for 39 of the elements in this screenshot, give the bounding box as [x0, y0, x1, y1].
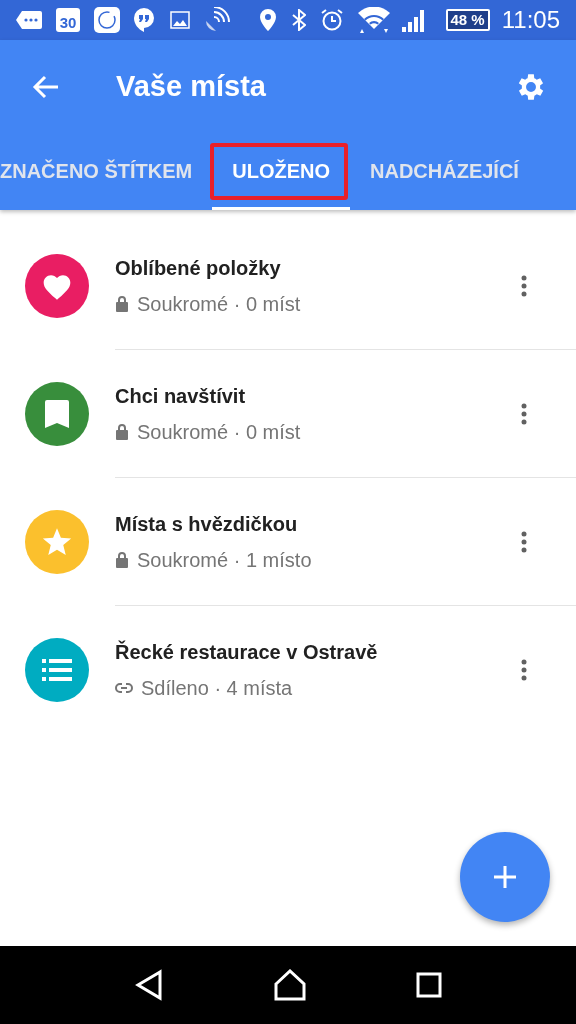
add-button[interactable] — [460, 832, 550, 922]
clock-time: 11:05 — [501, 8, 560, 32]
satellite-dish-icon — [204, 7, 230, 33]
battery-indicator: 48 % — [445, 9, 490, 31]
quote-bubble-icon — [134, 8, 154, 32]
list-subtitle: Soukromé · 1 místo — [137, 547, 312, 573]
list-icon — [42, 659, 72, 681]
list-subtitle: Soukromé · 0 míst — [137, 291, 301, 317]
recent-apps-button[interactable] — [415, 972, 442, 998]
home-nav-button[interactable] — [273, 969, 307, 1001]
circle-app-icon — [94, 7, 120, 33]
calendar-day: 30 — [56, 8, 80, 32]
list-subtitle: Soukromé · 0 míst — [137, 419, 301, 445]
list-title[interactable]: Místa s hvězdičkou — [115, 508, 512, 539]
location-pin-icon — [259, 9, 276, 31]
more-vertical-icon — [521, 530, 527, 553]
notification-tag-icon — [16, 11, 42, 29]
tab[interactable]: ULOŽENO — [212, 134, 350, 210]
back-nav-button[interactable] — [134, 969, 165, 1001]
lock-icon — [115, 295, 129, 312]
alarm-clock-icon — [319, 8, 344, 32]
plus-icon — [493, 865, 517, 889]
more-vertical-icon — [521, 274, 527, 297]
bookmark-icon — [45, 400, 69, 428]
list-title[interactable]: Oblíbené položky — [115, 252, 512, 283]
list-subtitle: Sdíleno · 4 místa — [141, 676, 293, 701]
signal-icon — [401, 8, 426, 32]
bluetooth-icon — [291, 9, 306, 31]
lock-icon — [115, 423, 129, 440]
image-icon — [170, 11, 190, 29]
star-icon — [42, 527, 72, 557]
lock-icon — [115, 551, 129, 568]
screen-title: Vaše místa — [116, 69, 267, 105]
more-vertical-icon — [521, 659, 527, 681]
list-title[interactable]: Řecké restaurace v Ostravě — [115, 637, 512, 667]
more-vertical-icon — [521, 402, 527, 425]
link-icon — [115, 683, 133, 693]
list-title[interactable]: Chci navštívit — [115, 380, 512, 411]
wifi-icon — [357, 7, 390, 33]
